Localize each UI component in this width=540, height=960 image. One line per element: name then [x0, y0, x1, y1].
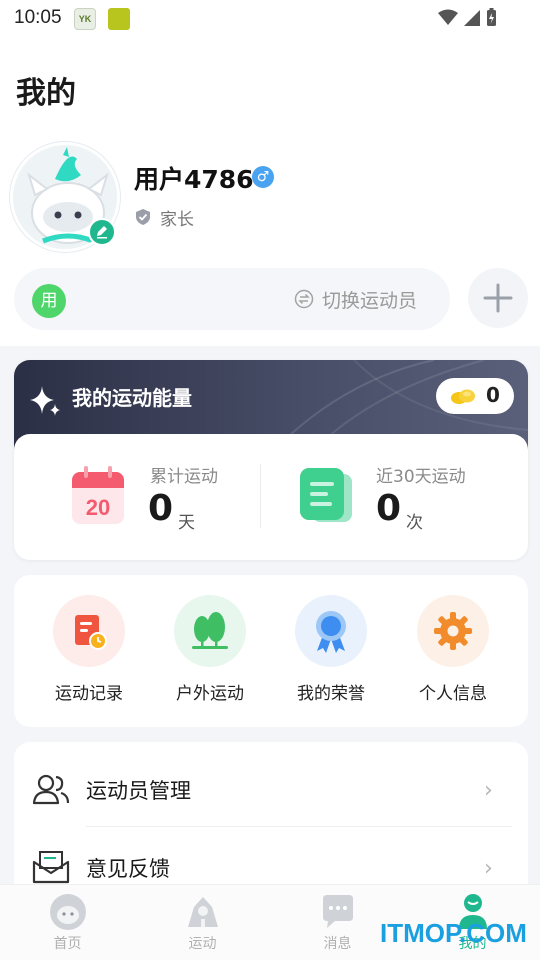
sparkle-icon [30, 386, 60, 416]
notification-app-icon-2 [108, 8, 130, 30]
watermark-text: ITMOP.COM [380, 918, 527, 948]
menu-item-athlete-management[interactable]: 运动员管理 › [14, 748, 528, 828]
coins-value: 0 [486, 383, 500, 407]
page-title: 我的 [16, 76, 76, 111]
menu-item-label: 运动员管理 [86, 779, 191, 803]
status-time: 10:05 [14, 7, 62, 28]
gold-ingot-icon [451, 389, 475, 404]
male-gender-icon: ♂ [252, 166, 274, 188]
document-icon [300, 468, 352, 522]
chevron-right-icon: › [484, 856, 493, 881]
quick-action-label: 户外运动 [176, 684, 244, 704]
quick-action-circle [417, 595, 489, 667]
chevron-right-icon: › [484, 778, 493, 803]
quick-action-exercise-record[interactable]: 运动记录 [28, 595, 148, 725]
nav-tab-sport[interactable]: 运动 [135, 885, 270, 960]
quick-action-label: 我的荣誉 [297, 684, 365, 704]
status-bar: 10:05 YK [0, 0, 540, 36]
energy-coins-badge[interactable]: 0 [436, 378, 514, 414]
calendar-day-text: 20 [86, 495, 110, 520]
quick-action-personal-info[interactable]: 个人信息 [392, 595, 512, 725]
menu-item-label: 意见反馈 [86, 857, 170, 881]
switch-icon [294, 289, 314, 309]
stat-30day-label: 近30天运动 [376, 467, 466, 487]
edit-profile-button[interactable] [88, 218, 116, 246]
switch-athlete-label[interactable]: 切换运动员 [322, 286, 417, 313]
record-icon [75, 615, 107, 650]
username: 用户4786 [134, 165, 254, 194]
energy-title: 我的运动能量 [72, 386, 192, 410]
notification-app-icon: YK [74, 8, 96, 30]
quick-action-label: 运动记录 [55, 684, 123, 704]
users-icon [32, 774, 70, 805]
stat-total-days-unit: 天 [178, 513, 195, 533]
sport-icon [188, 897, 218, 927]
stat-30day-value: 0 [376, 488, 402, 529]
home-avatar-icon [50, 894, 86, 930]
athlete-avatar: 用 [32, 284, 66, 318]
nav-label: 首页 [53, 936, 82, 952]
quick-action-circle [174, 595, 246, 667]
medal-icon [316, 611, 346, 653]
pencil-icon [97, 226, 107, 239]
verified-shield-icon [136, 209, 150, 225]
stat-total-days-value: 0 [148, 488, 174, 529]
stat-divider [260, 464, 261, 528]
plus-icon [483, 283, 513, 313]
quick-actions-card: 运动记录 户外运动 我的荣誉 个人信息 [14, 575, 528, 727]
gear-icon [434, 612, 472, 650]
quick-action-label: 个人信息 [419, 684, 487, 704]
tree-icon [192, 612, 228, 649]
role-label: 家长 [160, 210, 194, 230]
add-athlete-button[interactable] [468, 268, 528, 328]
quick-action-honors[interactable]: 我的荣誉 [270, 595, 390, 725]
mail-icon [32, 851, 70, 884]
quick-action-circle [53, 595, 125, 667]
quick-action-circle [295, 595, 367, 667]
nav-label: 运动 [188, 936, 217, 952]
nav-tab-home[interactable]: 首页 [0, 885, 135, 960]
stat-30day-unit: 次 [406, 513, 423, 533]
menu-list-card: 运动员管理 › 意见反馈 › [14, 742, 528, 902]
calendar-icon: 20 [72, 466, 124, 524]
quick-action-outdoor[interactable]: 户外运动 [149, 595, 269, 725]
chat-icon [323, 895, 353, 928]
signal-wifi-battery-icon [438, 8, 496, 26]
stat-total-days-label: 累计运动 [150, 467, 218, 487]
energy-card: 我的运动能量 0 20 累计运动 0 天 近30天运动 0 次 [14, 360, 528, 560]
